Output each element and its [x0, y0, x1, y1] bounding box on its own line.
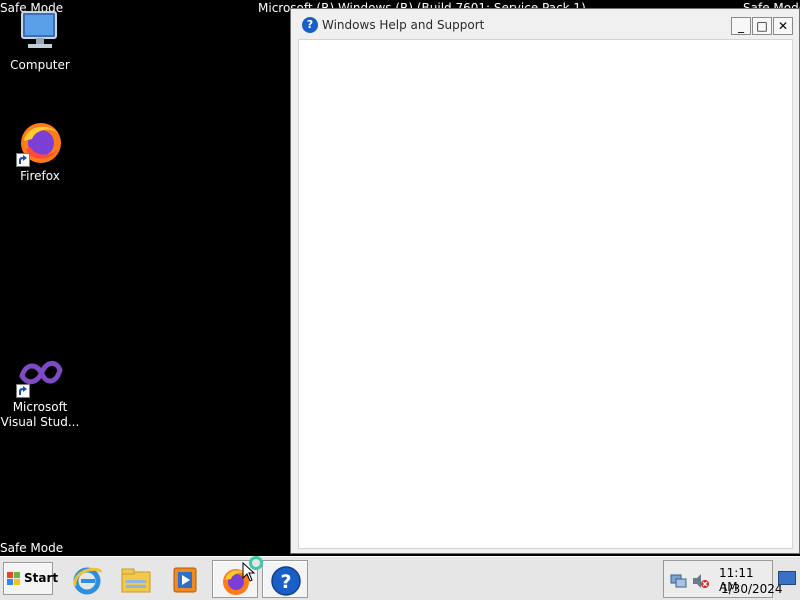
desktop-icon-label: Microsoft Visual Stud... [0, 400, 80, 429]
window-titlebar[interactable]: ? Windows Help and Support _ □ ✕ [291, 9, 799, 39]
desktop-icon-computer[interactable]: Computer [0, 8, 80, 73]
taskbar: Start ? 11:11 AM 1/30/2024 [0, 556, 800, 600]
desktop-icon-label: Firefox [20, 169, 60, 183]
start-button[interactable]: Start [3, 562, 58, 595]
window-title: Windows Help and Support [322, 18, 485, 32]
desktop-icon-visual-studio[interactable]: Microsoft Visual Stud... [0, 350, 80, 430]
media-player-icon [173, 567, 197, 593]
maximize-button[interactable]: □ [752, 17, 772, 35]
windows-explorer-icon [121, 568, 151, 593]
help-icon: ? [271, 566, 301, 596]
safe-mode-label-bottom-left: Safe Mode [0, 541, 64, 555]
taskbar-internet-explorer[interactable] [64, 560, 110, 598]
windows-logo-icon [7, 572, 20, 585]
taskbar-help-and-support[interactable]: ? [262, 560, 308, 598]
desktop-icon-label: Computer [10, 58, 70, 72]
computer-icon [16, 8, 64, 56]
internet-explorer-icon [73, 567, 103, 595]
notification-area: 11:11 AM 1/30/2024 [663, 560, 783, 598]
taskbar-windows-explorer[interactable] [113, 560, 159, 598]
shortcut-arrow-icon [16, 384, 30, 398]
sound-muted-icon[interactable] [692, 573, 710, 589]
desktop-icon-firefox[interactable]: Firefox [0, 119, 80, 184]
help-icon: ? [302, 17, 318, 33]
show-desktop-button[interactable] [778, 571, 796, 585]
close-button[interactable]: ✕ [773, 17, 793, 35]
minimize-button[interactable]: _ [731, 17, 751, 35]
network-icon[interactable] [670, 573, 688, 589]
help-and-support-window[interactable]: ? Windows Help and Support _ □ ✕ [290, 8, 800, 554]
svg-text:?: ? [280, 571, 291, 593]
mouse-pointer-icon [242, 562, 256, 582]
visual-studio-icon [16, 350, 64, 398]
firefox-icon [16, 119, 64, 167]
help-content-area[interactable] [298, 39, 793, 549]
shortcut-arrow-icon [16, 153, 30, 167]
clock-date[interactable]: 1/30/2024 [721, 582, 783, 596]
taskbar-media-player[interactable] [162, 560, 208, 598]
start-label: Start [24, 571, 59, 585]
